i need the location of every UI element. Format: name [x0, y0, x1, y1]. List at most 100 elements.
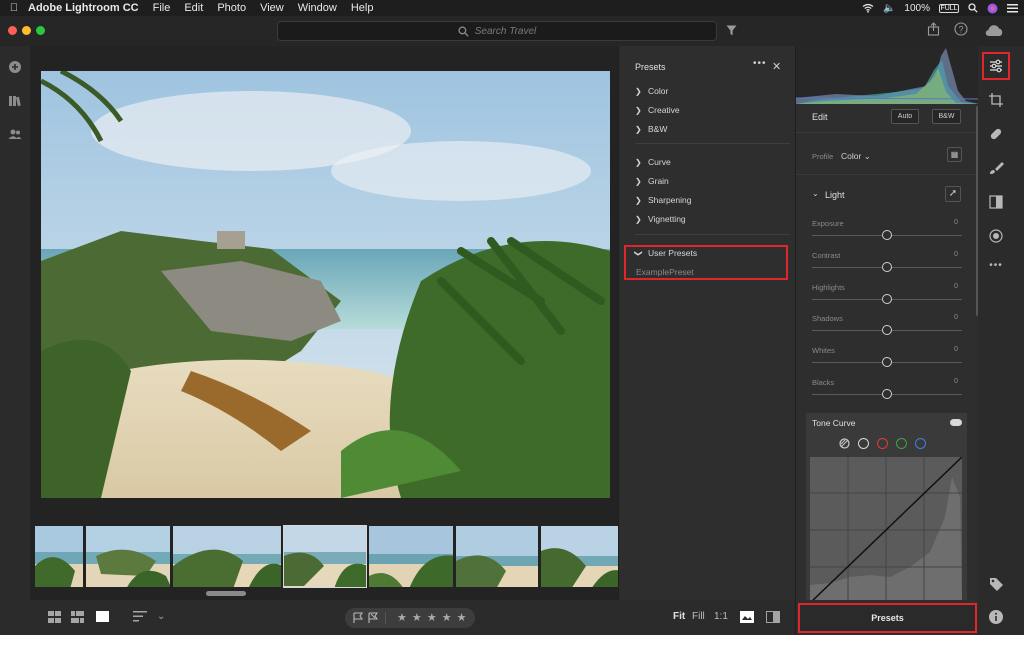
zoom-one-to-one[interactable]: 1:1 — [714, 611, 728, 622]
profile-label: Profile — [812, 152, 834, 161]
filter-icon[interactable] — [726, 25, 737, 36]
parametric-curve-icon[interactable] — [839, 438, 850, 449]
filmstrip-thumbnail[interactable] — [455, 525, 539, 588]
contrast-value[interactable]: 0 — [954, 251, 958, 258]
main-photo[interactable] — [41, 71, 610, 498]
show-info-overlay-icon[interactable] — [740, 611, 754, 623]
bw-button[interactable]: B&W — [932, 109, 961, 124]
rgb-channel-icon[interactable] — [858, 438, 869, 449]
highlights-value[interactable]: 0 — [954, 283, 958, 290]
point-curve-icon[interactable]: ➚ — [945, 186, 961, 202]
preset-group-color[interactable]: ❯ Color — [635, 86, 668, 96]
cloud-sync-icon[interactable] — [984, 24, 1004, 37]
whites-slider-knob[interactable] — [882, 357, 892, 367]
presets-button[interactable]: Presets — [798, 603, 977, 633]
control-center-icon[interactable] — [1007, 3, 1018, 13]
tone-curve-graph[interactable] — [810, 457, 962, 600]
menu-help[interactable]: Help — [351, 2, 374, 14]
menu-file[interactable]: File — [153, 2, 171, 14]
green-channel-icon[interactable] — [896, 438, 907, 449]
wifi-icon[interactable] — [862, 3, 874, 13]
auto-button[interactable]: Auto — [891, 109, 919, 124]
more-options-icon[interactable]: ••• — [753, 58, 767, 69]
preset-group-label: Color — [648, 86, 669, 96]
filmstrip-thumbnail-selected[interactable] — [283, 525, 367, 588]
shadows-slider-knob[interactable] — [882, 325, 892, 335]
more-icon[interactable]: ••• — [988, 258, 1004, 274]
preset-group-sharpening[interactable]: ❯ Sharpening — [635, 195, 691, 205]
close-window-button[interactable] — [8, 26, 17, 35]
battery-icon[interactable]: FULL — [939, 3, 959, 13]
highlights-slider-knob[interactable] — [882, 294, 892, 304]
preset-group-label: User Presets — [648, 248, 698, 258]
contrast-slider-knob[interactable] — [882, 262, 892, 272]
whites-value[interactable]: 0 — [954, 346, 958, 353]
search-placeholder: Search Travel — [474, 25, 537, 37]
info-icon[interactable] — [988, 609, 1004, 625]
flag-reject-icon[interactable] — [368, 612, 379, 624]
add-photos-icon[interactable] — [8, 60, 22, 74]
crop-icon[interactable] — [988, 92, 1004, 108]
menu-edit[interactable]: Edit — [184, 2, 203, 14]
preset-item-examplepreset[interactable]: ExamplePreset — [636, 267, 694, 277]
blacks-value[interactable]: 0 — [954, 378, 958, 385]
preset-group-user-presets[interactable]: ❯ User Presets — [634, 248, 698, 258]
photo-grid-view-icon[interactable] — [71, 611, 84, 623]
search-field[interactable]: Search Travel — [277, 21, 717, 41]
filmstrip-thumbnail[interactable] — [540, 525, 618, 588]
help-icon[interactable]: ? — [954, 22, 968, 36]
square-grid-view-icon[interactable] — [48, 611, 61, 623]
before-after-icon[interactable] — [766, 611, 780, 623]
share-icon[interactable] — [927, 22, 940, 36]
filmstrip-thumbnail[interactable] — [172, 525, 282, 588]
volume-icon[interactable]: 🔈 — [883, 3, 895, 14]
apple-icon[interactable]:  — [0, 2, 28, 14]
close-icon[interactable]: ✕ — [772, 60, 781, 73]
shadows-value[interactable]: 0 — [954, 314, 958, 321]
preset-group-creative[interactable]: ❯ Creative — [635, 105, 680, 115]
menu-view[interactable]: View — [260, 2, 284, 14]
siri-icon[interactable] — [987, 3, 998, 14]
menu-photo[interactable]: Photo — [217, 2, 246, 14]
zoom-window-button[interactable] — [36, 26, 45, 35]
filmstrip-thumbnail[interactable] — [368, 525, 454, 588]
chevron-down-icon: ⌄ — [863, 151, 871, 161]
red-channel-icon[interactable] — [877, 438, 888, 449]
flag-pick-icon[interactable] — [353, 612, 364, 624]
edit-sliders-icon[interactable] — [988, 58, 1004, 74]
sort-dropdown-chevron-icon[interactable]: ⌄ — [157, 611, 165, 623]
filmstrip-scrollbar[interactable] — [206, 591, 246, 596]
chevron-down-icon[interactable]: ⌄ — [812, 189, 819, 198]
tag-icon[interactable] — [988, 576, 1004, 592]
tone-curve-toggle[interactable] — [950, 419, 962, 426]
minimize-window-button[interactable] — [22, 26, 31, 35]
sort-icon[interactable] — [133, 611, 147, 622]
zoom-fill[interactable]: Fill — [692, 611, 705, 622]
preset-group-bw[interactable]: ❯ B&W — [635, 124, 667, 134]
exposure-slider-knob[interactable] — [882, 230, 892, 240]
people-icon[interactable] — [8, 127, 22, 141]
preset-group-grain[interactable]: ❯ Grain — [635, 176, 669, 186]
radial-gradient-icon[interactable] — [988, 228, 1004, 244]
brush-icon[interactable] — [988, 160, 1004, 176]
preset-group-curve[interactable]: ❯ Curve — [635, 157, 671, 167]
menu-app-name[interactable]: Adobe Lightroom CC — [28, 2, 139, 14]
light-section-title[interactable]: Light — [825, 190, 845, 200]
presets-panel: Presets ••• ✕ ❯ Color ❯ Creative ❯ B&W ❯ Cur… — [618, 46, 795, 600]
zoom-fit[interactable]: Fit — [673, 611, 685, 622]
profile-browser-icon[interactable]: ▦ — [947, 147, 962, 162]
library-icon[interactable] — [8, 94, 22, 108]
healing-brush-icon[interactable] — [988, 126, 1004, 142]
menu-window[interactable]: Window — [298, 2, 337, 14]
spotlight-search-icon[interactable] — [968, 3, 978, 13]
filmstrip-thumbnail[interactable] — [85, 525, 171, 588]
detail-view-icon[interactable] — [96, 611, 109, 622]
preset-group-vignetting[interactable]: ❯ Vignetting — [635, 214, 686, 224]
profile-dropdown[interactable]: Color ⌄ — [841, 151, 871, 162]
blue-channel-icon[interactable] — [915, 438, 926, 449]
blacks-slider-knob[interactable] — [882, 389, 892, 399]
exposure-value[interactable]: 0 — [954, 219, 958, 226]
linear-gradient-icon[interactable] — [988, 194, 1004, 210]
filmstrip-thumbnail[interactable] — [34, 525, 84, 588]
star-rating[interactable]: ★ ★ ★ ★ ★ — [397, 611, 468, 624]
